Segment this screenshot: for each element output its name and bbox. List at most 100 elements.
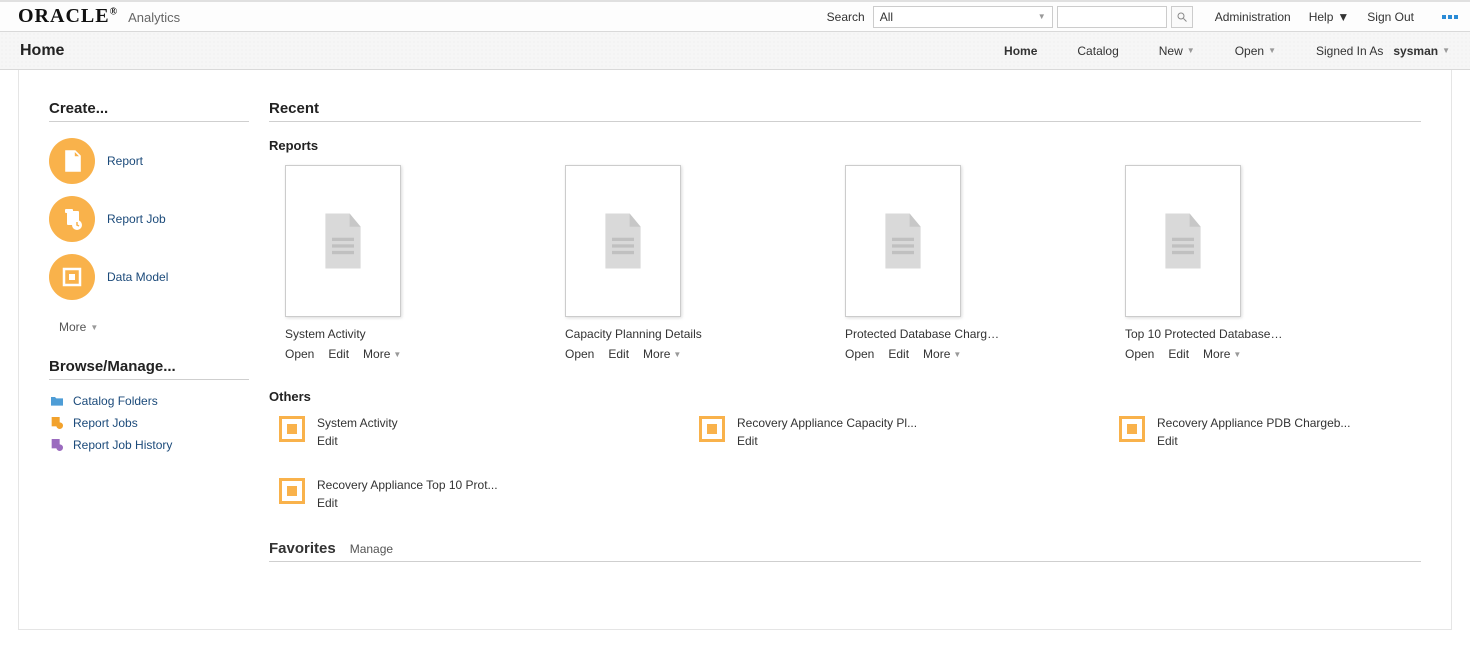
report-edit-link[interactable]: Edit bbox=[888, 347, 909, 361]
reports-row: System Activity Open Edit More▼ Capacity… bbox=[269, 165, 1421, 361]
report-card: Protected Database Chargeback ... Open E… bbox=[845, 165, 1005, 361]
report-thumbnail[interactable] bbox=[285, 165, 401, 317]
data-model-icon[interactable] bbox=[279, 478, 305, 504]
browse-report-jobs[interactable]: Report Jobs bbox=[49, 412, 249, 434]
chevron-down-icon: ▼ bbox=[1233, 350, 1241, 359]
browse-item-label: Report Job History bbox=[73, 438, 172, 452]
report-more-link[interactable]: More▼ bbox=[923, 347, 961, 361]
report-open-link[interactable]: Open bbox=[285, 347, 314, 361]
administration-link[interactable]: Administration bbox=[1215, 10, 1291, 24]
report-more-link[interactable]: More▼ bbox=[1203, 347, 1241, 361]
browse-item-label: Catalog Folders bbox=[73, 394, 158, 408]
nav-open[interactable]: Open▼ bbox=[1235, 44, 1276, 58]
document-icon bbox=[321, 213, 365, 269]
signout-link[interactable]: Sign Out bbox=[1367, 10, 1414, 24]
report-title: Top 10 Protected Databases by ... bbox=[1125, 327, 1285, 341]
create-item-report[interactable]: Report bbox=[49, 132, 249, 190]
create-item-data-model[interactable]: Data Model bbox=[49, 248, 249, 306]
other-edit-link[interactable]: Edit bbox=[317, 496, 338, 510]
report-title: Protected Database Chargeback ... bbox=[845, 327, 1005, 341]
history-icon bbox=[49, 437, 65, 453]
report-more-link[interactable]: More▼ bbox=[643, 347, 681, 361]
others-subtitle: Others bbox=[269, 389, 1421, 404]
other-item: Recovery Appliance PDB Chargeb... Edit bbox=[1119, 416, 1419, 448]
report-icon bbox=[49, 138, 95, 184]
chevron-down-icon: ▼ bbox=[1187, 46, 1195, 55]
nav-catalog[interactable]: Catalog bbox=[1077, 44, 1118, 58]
help-link[interactable]: Help▼ bbox=[1309, 10, 1350, 24]
chevron-down-icon: ▼ bbox=[1038, 12, 1046, 21]
other-edit-link[interactable]: Edit bbox=[317, 434, 338, 448]
report-job-icon bbox=[49, 196, 95, 242]
sub-nav: Home Home Catalog New▼ Open▼ Signed In A… bbox=[0, 32, 1470, 70]
report-thumbnail[interactable] bbox=[845, 165, 961, 317]
report-open-link[interactable]: Open bbox=[845, 347, 874, 361]
report-actions: Open Edit More▼ bbox=[285, 347, 445, 361]
reports-subtitle: Reports bbox=[269, 138, 1421, 153]
search-area: Search All ▼ bbox=[827, 6, 1193, 28]
search-scope-select[interactable]: All ▼ bbox=[873, 6, 1053, 28]
recent-title: Recent bbox=[269, 100, 1421, 122]
top-bar: ORACLE® Analytics Search All ▼ Administr… bbox=[0, 0, 1470, 32]
user-menu[interactable]: sysman▼ bbox=[1393, 44, 1450, 58]
create-list: Report Report Job Data Model bbox=[49, 132, 249, 306]
create-item-report-job[interactable]: Report Job bbox=[49, 190, 249, 248]
browse-list: Catalog Folders Report Jobs Report Job H… bbox=[49, 390, 249, 456]
report-open-link[interactable]: Open bbox=[1125, 347, 1154, 361]
browse-section-title: Browse/Manage... bbox=[49, 358, 249, 380]
report-edit-link[interactable]: Edit bbox=[1168, 347, 1189, 361]
nav-new[interactable]: New▼ bbox=[1159, 44, 1195, 58]
search-icon bbox=[1176, 11, 1188, 23]
create-section-title: Create... bbox=[49, 100, 249, 122]
top-links: Administration Help▼ Sign Out bbox=[1215, 10, 1458, 24]
create-item-label: Data Model bbox=[107, 270, 168, 284]
browse-catalog-folders[interactable]: Catalog Folders bbox=[49, 390, 249, 412]
job-icon bbox=[49, 415, 65, 431]
content-area: Recent Reports System Activity Open Edit… bbox=[269, 100, 1421, 609]
report-title: System Activity bbox=[285, 327, 445, 341]
report-card: Top 10 Protected Databases by ... Open E… bbox=[1125, 165, 1285, 361]
accessibility-icon[interactable] bbox=[1442, 15, 1458, 19]
browse-report-job-history[interactable]: Report Job History bbox=[49, 434, 249, 456]
report-actions: Open Edit More▼ bbox=[845, 347, 1005, 361]
other-title: Recovery Appliance PDB Chargeb... bbox=[1157, 416, 1350, 430]
chevron-down-icon: ▼ bbox=[1337, 10, 1349, 24]
other-edit-link[interactable]: Edit bbox=[1157, 434, 1178, 448]
report-card: Capacity Planning Details Open Edit More… bbox=[565, 165, 725, 361]
product-name: Analytics bbox=[128, 10, 180, 25]
folder-icon bbox=[49, 393, 65, 409]
chevron-down-icon: ▼ bbox=[90, 323, 98, 332]
other-edit-link[interactable]: Edit bbox=[737, 434, 758, 448]
browse-item-label: Report Jobs bbox=[73, 416, 138, 430]
signed-in-area: Signed In As sysman▼ bbox=[1316, 44, 1450, 58]
document-icon bbox=[881, 213, 925, 269]
favorites-manage-link[interactable]: Manage bbox=[350, 542, 393, 556]
search-scope-value: All bbox=[880, 10, 893, 24]
report-thumbnail[interactable] bbox=[565, 165, 681, 317]
search-input[interactable] bbox=[1057, 6, 1167, 28]
oracle-logo: ORACLE® bbox=[18, 5, 118, 28]
data-model-icon[interactable] bbox=[279, 416, 305, 442]
report-edit-link[interactable]: Edit bbox=[328, 347, 349, 361]
data-model-icon[interactable] bbox=[1119, 416, 1145, 442]
report-edit-link[interactable]: Edit bbox=[608, 347, 629, 361]
other-title: Recovery Appliance Top 10 Prot... bbox=[317, 478, 498, 492]
data-model-icon bbox=[49, 254, 95, 300]
report-more-link[interactable]: More▼ bbox=[363, 347, 401, 361]
create-more-link[interactable]: More▼ bbox=[59, 320, 249, 334]
create-item-label: Report bbox=[107, 154, 143, 168]
report-thumbnail[interactable] bbox=[1125, 165, 1241, 317]
others-grid: System Activity Edit Recovery Appliance … bbox=[269, 416, 1421, 510]
page-title: Home bbox=[20, 42, 64, 60]
signed-in-label: Signed In As bbox=[1316, 44, 1383, 58]
search-label: Search bbox=[827, 10, 869, 24]
search-button[interactable] bbox=[1171, 6, 1193, 28]
nav-home[interactable]: Home bbox=[1004, 44, 1037, 58]
data-model-icon[interactable] bbox=[699, 416, 725, 442]
chevron-down-icon: ▼ bbox=[1442, 46, 1450, 55]
other-item: Recovery Appliance Capacity Pl... Edit bbox=[699, 416, 999, 448]
favorites-row: Favorites Manage bbox=[269, 540, 1421, 562]
report-open-link[interactable]: Open bbox=[565, 347, 594, 361]
brand-wrap: ORACLE® Analytics bbox=[18, 5, 180, 28]
report-title: Capacity Planning Details bbox=[565, 327, 725, 341]
